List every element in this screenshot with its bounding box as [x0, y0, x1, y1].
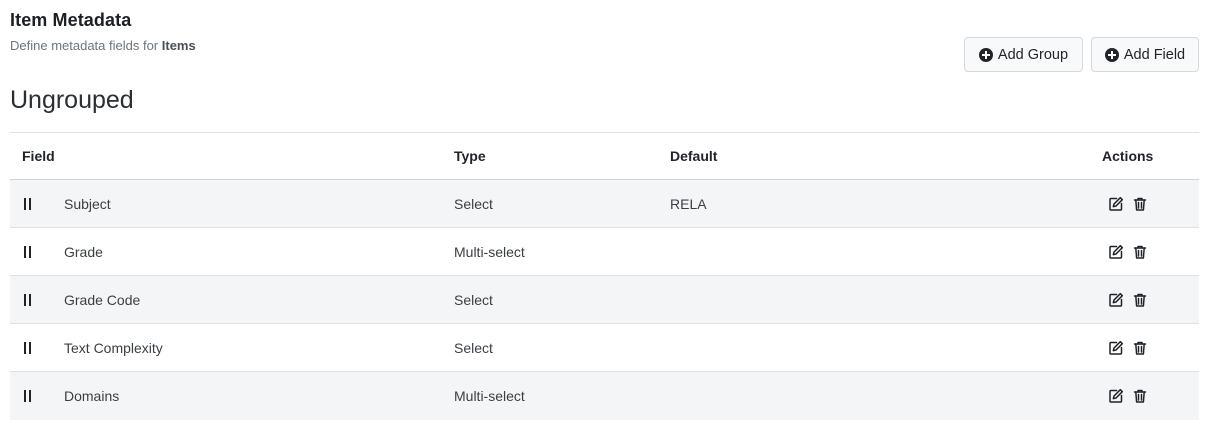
edit-icon[interactable]: [1108, 388, 1124, 404]
subtitle-entity: Items: [161, 38, 196, 53]
trash-icon[interactable]: [1132, 244, 1148, 260]
field-cell: Text Complexity: [10, 340, 454, 356]
table-row: Grade Multi-select: [10, 228, 1199, 276]
trash-icon[interactable]: [1132, 292, 1148, 308]
add-field-button[interactable]: Add Field: [1091, 37, 1199, 72]
drag-handle-icon[interactable]: [24, 197, 42, 211]
field-cell: Grade: [10, 244, 454, 260]
plus-circle-icon: [1104, 47, 1119, 62]
edit-icon[interactable]: [1108, 292, 1124, 308]
metadata-page: Item Metadata Define metadata fields for…: [0, 0, 1206, 426]
actions-cell: [1102, 292, 1199, 308]
drag-handle-icon[interactable]: [24, 293, 42, 307]
metadata-table: Field Type Default Actions Subject Selec…: [10, 132, 1199, 420]
field-name: Grade: [64, 243, 103, 260]
table-row: Subject Select RELA: [10, 180, 1199, 228]
trash-icon[interactable]: [1132, 340, 1148, 356]
field-cell: Subject: [10, 196, 454, 212]
column-header-default: Default: [670, 148, 718, 164]
table-body: Subject Select RELA Grade Multi-select G…: [10, 180, 1199, 420]
actions-cell: [1102, 340, 1199, 356]
field-name: Subject: [64, 195, 111, 212]
type-cell: Select: [454, 291, 493, 308]
column-header-actions: Actions: [1102, 148, 1154, 164]
field-name: Text Complexity: [64, 339, 163, 356]
type-cell: Multi-select: [454, 243, 525, 260]
field-name: Domains: [64, 388, 120, 404]
edit-icon[interactable]: [1108, 196, 1124, 212]
trash-icon[interactable]: [1132, 196, 1148, 212]
field-cell: Grade Code: [10, 292, 454, 308]
table-row: Domains Multi-select: [10, 372, 1199, 420]
actions-cell: [1102, 388, 1199, 404]
column-header-field: Field: [22, 148, 55, 164]
page-title: Item Metadata: [10, 10, 132, 30]
edit-icon[interactable]: [1108, 244, 1124, 260]
table-header: Field Type Default Actions: [10, 133, 1199, 180]
default-cell: RELA: [670, 195, 707, 212]
add-group-label: Add Group: [997, 46, 1069, 63]
table-row: Text Complexity Select: [10, 324, 1199, 372]
drag-handle-icon[interactable]: [24, 245, 42, 259]
drag-handle-icon[interactable]: [24, 389, 42, 403]
group-title: Ungrouped: [10, 86, 134, 114]
table-row: Grade Code Select: [10, 276, 1199, 324]
trash-icon[interactable]: [1132, 388, 1148, 404]
subtitle-text: Define metadata fields for: [10, 38, 159, 53]
edit-icon[interactable]: [1108, 340, 1124, 356]
field-name: Grade Code: [64, 291, 141, 308]
add-field-label: Add Field: [1123, 46, 1186, 63]
type-cell: Select: [454, 195, 493, 212]
field-cell: Domains: [10, 388, 454, 404]
drag-handle-icon[interactable]: [24, 341, 42, 355]
actions-cell: [1102, 244, 1199, 260]
page-subtitle: Define metadata fields for Items: [10, 38, 196, 53]
plus-circle-icon: [978, 47, 993, 62]
type-cell: Multi-select: [454, 388, 525, 404]
column-header-type: Type: [454, 148, 486, 164]
type-cell: Select: [454, 339, 493, 356]
actions-cell: [1102, 196, 1199, 212]
add-group-button[interactable]: Add Group: [964, 37, 1083, 72]
